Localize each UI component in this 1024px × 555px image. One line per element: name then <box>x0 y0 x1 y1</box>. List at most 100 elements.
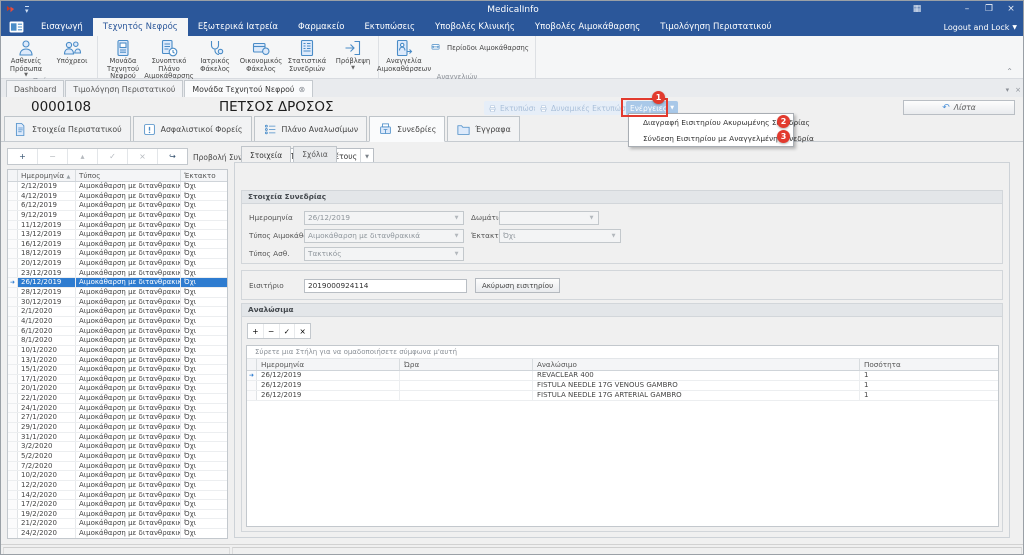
ribbon-button[interactable]: Οικονομικός Φάκελος <box>238 37 284 73</box>
ribbon-button[interactable]: Στατιστικά Συνεδριών <box>284 37 330 73</box>
ribbon-button[interactable]: Μονάδα Τεχνητού Νεφρού <box>100 37 146 81</box>
cancel-button[interactable]: × <box>128 149 158 164</box>
chevron-down-icon[interactable]: ▾ <box>1006 86 1010 94</box>
tab-Συνεδρίες[interactable]: Συνεδρίες <box>369 116 446 142</box>
close-button[interactable]: × <box>1001 2 1021 17</box>
menu-tab-Εξωτερικά Ιατρεία[interactable]: Εξωτερικά Ιατρεία <box>188 18 288 36</box>
menu-tab-Τιμολόγηση Περιστατικού[interactable]: Τιμολόγηση Περιστατικού <box>650 18 781 36</box>
session-row[interactable]: 17/2/2020 Αιμοκάθαρση με διτανθρακικά Όχι <box>8 500 227 510</box>
session-row[interactable]: 31/1/2020 Αιμοκάθαρση με διτανθρακικά Όχι <box>8 432 227 443</box>
column-header-time[interactable]: Ώρα <box>400 359 533 370</box>
session-row[interactable]: 10/1/2020 Αιμοκάθαρση με διτανθρακικά Όχι <box>8 345 227 356</box>
details-tab-Στοιχεία[interactable]: Στοιχεία <box>241 146 292 163</box>
session-row[interactable]: 29/1/2020 Αιμοκάθαρση με διτανθρακικά Όχι <box>8 423 227 433</box>
dialysis-type-combo[interactable]: Αιμοκάθαρση με διτανθρακικά ▼ <box>304 229 464 243</box>
restore-button[interactable]: ❐ <box>979 2 999 17</box>
column-header-type[interactable]: Τύπος <box>76 170 181 181</box>
tab-Ασφαλιστικοί Φορείς[interactable]: Ασφαλιστικοί Φορείς <box>132 116 252 141</box>
column-header-extra[interactable]: Έκτακτο <box>181 170 227 181</box>
session-row[interactable]: 4/12/2019 Αιμοκάθαρση με διτανθρακικά Όχι <box>8 191 227 202</box>
document-tab[interactable]: Τιμολόγηση Περιστατικού <box>65 80 184 97</box>
tab-Πλάνο Αναλωσίμων[interactable]: Πλάνο Αναλωσίμων <box>253 116 368 141</box>
ribbon-button[interactable]: Πρόβλεψη ▼ <box>330 37 376 70</box>
ticket-input[interactable]: 2019000924114 <box>304 279 467 293</box>
session-row[interactable]: 30/12/2019 Αιμοκάθαρση με διτανθρακικά Όχι <box>8 297 227 308</box>
session-row[interactable]: 6/12/2019 Αιμοκάθαρση με διτανθρακικά Όχι <box>8 201 227 211</box>
delete-button[interactable]: − <box>264 324 280 338</box>
session-row[interactable]: 14/2/2020 Αιμοκάθαρση με διτανθρακικά Όχι <box>8 490 227 501</box>
session-row[interactable]: 15/1/2020 Αιμοκάθαρση με διτανθρακικά Όχι <box>8 365 227 375</box>
date-combo[interactable]: 26/12/2019 ▼ <box>304 211 464 225</box>
logout-and-lock-button[interactable]: Logout and Lock ▼ <box>944 18 1017 36</box>
session-row[interactable]: 7/2/2020 Αιμοκάθαρση με διτανθρακικά Όχι <box>8 461 227 472</box>
consumable-row[interactable]: 26/12/2019 FISTULA NEEDLE 17G VENOUS GAMB… <box>247 381 998 391</box>
actions-menu-item[interactable]: Σύνδεση Εισιτηρίου με Αναγγελμένη Συνεδρ… <box>629 130 814 146</box>
column-header-item[interactable]: Αναλώσιμο <box>533 359 860 370</box>
apply-button[interactable]: ✓ <box>98 149 128 164</box>
session-row[interactable]: 21/2/2020 Αιμοκάθαρση με διτανθρακικά Όχι <box>8 519 227 530</box>
session-row[interactable]: 12/2/2020 Αιμοκάθαρση με διτανθρακικά Όχι <box>8 480 227 491</box>
session-row[interactable]: ➜ 26/12/2019 Αιμοκάθαρση με διτανθρακικά Όχ… <box>8 278 227 289</box>
session-row[interactable]: 5/2/2020 Αιμοκάθαρση με διτανθρακικά Όχι <box>8 451 227 462</box>
document-tab[interactable]: Dashboard <box>6 80 65 97</box>
list-button[interactable]: ↶ Λίστα <box>903 100 1015 115</box>
menu-tab-Υποβολές Αιμοκάθαρσης[interactable]: Υποβολές Αιμοκάθαρσης <box>525 18 650 36</box>
close-tab-icon[interactable]: ⊗ <box>298 85 305 94</box>
session-row[interactable]: 10/2/2020 Αιμοκάθαρση με διτανθρακικά Όχι <box>8 471 227 481</box>
details-tab-Σχόλια[interactable]: Σχόλια <box>293 146 337 162</box>
tab-Έγγραφα[interactable]: Έγγραφα <box>447 116 520 141</box>
session-row[interactable]: 9/12/2019 Αιμοκάθαρση με διτανθρακικά Όχι <box>8 210 227 221</box>
session-row[interactable]: 2/12/2019 Αιμοκάθαρση με διτανθρακικά Όχι <box>8 182 227 192</box>
column-header-qty[interactable]: Ποσότητα <box>860 359 998 370</box>
menu-tab-Φαρμακείο[interactable]: Φαρμακείο <box>288 18 354 36</box>
session-row[interactable]: 20/12/2019 Αιμοκάθαρση με διτανθρακικά Όχι <box>8 259 227 269</box>
session-row[interactable]: 13/12/2019 Αιμοκάθαρση με διτανθρακικά Όχι <box>8 230 227 240</box>
session-row[interactable]: 23/12/2019 Αιμοκάθαρση με διτανθρακικά Όχι <box>8 268 227 279</box>
session-row[interactable]: 24/1/2020 Αιμοκάθαρση με διτανθρακικά Όχι <box>8 403 227 414</box>
menu-tab-Υποβολές Κλινικής[interactable]: Υποβολές Κλινικής <box>425 18 525 36</box>
collapse-ribbon-icon[interactable]: ⌃ <box>1006 67 1013 76</box>
ribbon-button[interactable]: Συνοπτικό Πλάνο Αιμοκάθαρσης <box>144 37 194 81</box>
menu-tab-Εκτυπώσεις[interactable]: Εκτυπώσεις <box>354 18 425 36</box>
cancel-button[interactable]: × <box>295 324 310 338</box>
patient-type-combo[interactable]: Τακτικός ▼ <box>304 247 464 261</box>
session-row[interactable]: 28/12/2019 Αιμοκάθαρση με διτανθρακικά Όχι <box>8 288 227 298</box>
file-menu-button[interactable] <box>1 18 31 36</box>
session-row[interactable]: 8/1/2020 Αιμοκάθαρση με διτανθρακικά Όχι <box>8 336 227 346</box>
refresh-button[interactable]: ↪ <box>158 149 187 164</box>
session-row[interactable]: 22/1/2020 Αιμοκάθαρση με διτανθρακικά Όχι <box>8 394 227 404</box>
add-button[interactable]: + <box>8 149 38 164</box>
session-row[interactable]: 13/1/2020 Αιμοκάθαρση με διτανθρακικά Όχι <box>8 355 227 366</box>
close-icon[interactable]: × <box>1015 86 1021 94</box>
session-row[interactable]: 18/12/2019 Αιμοκάθαρση με διτανθρακικά Όχι <box>8 249 227 260</box>
ribbon-button[interactable]: Περίοδοι Αιμοκάθαρσης <box>427 41 533 55</box>
session-row[interactable]: 27/1/2020 Αιμοκάθαρση με διτανθρακικά Όχι <box>8 413 227 424</box>
room-combo[interactable]: ▼ <box>499 211 599 225</box>
session-row[interactable]: 3/2/2020 Αιμοκάθαρση με διτανθρακικά Όχι <box>8 442 227 452</box>
session-row[interactable]: 19/2/2020 Αιμοκάθαρση με διτανθρακικά Όχι <box>8 509 227 520</box>
consumable-row[interactable]: ➜ 26/12/2019 REVACLEAR 400 1 <box>247 371 998 381</box>
extra-combo[interactable]: Όχι ▼ <box>499 229 621 243</box>
session-row[interactable]: 4/1/2020 Αιμοκάθαρση με διτανθρακικά Όχι <box>8 316 227 327</box>
session-row[interactable]: 24/2/2020 Αιμοκάθαρση με διτανθρακικά Όχι <box>8 529 227 538</box>
column-header-date[interactable]: Ημερομηνία <box>257 359 400 370</box>
theme-button[interactable]: ▦ <box>907 2 927 17</box>
session-row[interactable]: 20/1/2020 Αιμοκάθαρση με διτανθρακικά Όχι <box>8 384 227 395</box>
document-tab[interactable]: Μονάδα Τεχνητού Νεφρού ⊗ <box>184 80 314 97</box>
menu-tab-Εισαγωγή[interactable]: Εισαγωγή <box>31 18 93 36</box>
tab-Στοιχεία Περιστατικού[interactable]: Στοιχεία Περιστατικού <box>4 116 131 141</box>
ribbon-button[interactable]: Υπόχρεοι <box>49 37 95 66</box>
ribbon-button[interactable]: Αναγγελία Αιμοκαθάρσεων <box>377 37 431 73</box>
column-header-date[interactable]: Ημερομηνία ▲ <box>18 170 76 181</box>
group-by-hint[interactable]: Σύρετε μια Στήλη για να ομαδοποιήσετε σύ… <box>247 346 998 359</box>
apply-button[interactable]: ✓ <box>280 324 296 338</box>
edit-button[interactable]: ▴ <box>68 149 98 164</box>
ribbon-button[interactable]: Ιατρικός Φάκελος <box>192 37 238 73</box>
tab-scroll-controls[interactable]: ▾ × <box>1006 86 1021 94</box>
add-button[interactable]: + <box>248 324 264 338</box>
ribbon-button[interactable]: Ασθενείς Πρόσωπα ▼ <box>3 37 49 78</box>
cancel-ticket-button[interactable]: Ακύρωση εισιτηρίου <box>475 278 561 293</box>
menu-tab-Τεχνητός Νεφρός[interactable]: Τεχνητός Νεφρός <box>92 18 188 36</box>
delete-button[interactable]: − <box>38 149 68 164</box>
consumable-row[interactable]: 26/12/2019 FISTULA NEEDLE 17G ARTERIAL GA… <box>247 391 998 401</box>
